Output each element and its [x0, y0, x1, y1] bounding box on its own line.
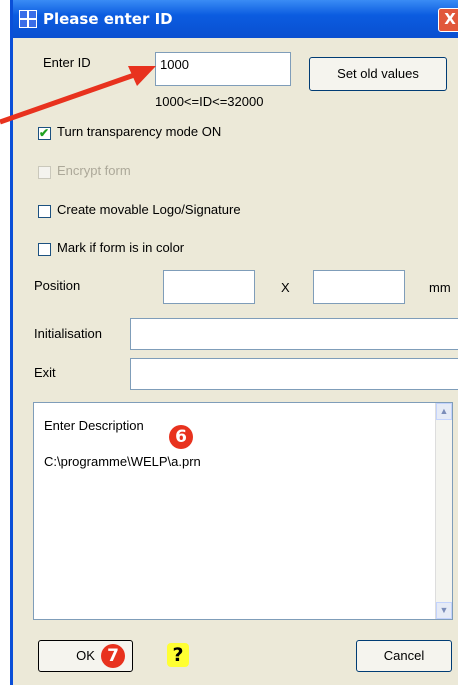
position-separator: X	[281, 280, 290, 295]
color-form-checkbox[interactable]	[38, 243, 51, 256]
annotation-badge-6: 6	[169, 425, 193, 449]
scroll-down-icon[interactable]: ▼	[436, 602, 452, 619]
arrow-annotation	[0, 66, 156, 125]
position-label: Position	[34, 278, 81, 293]
encrypt-form-checkbox	[38, 166, 51, 179]
cancel-button[interactable]: Cancel	[356, 640, 452, 672]
help-icon[interactable]: ?	[167, 643, 189, 667]
movable-logo-checkbox[interactable]	[38, 205, 51, 218]
annotation-badge-7: 7	[101, 644, 125, 668]
description-scrollbar[interactable]: ▲ ▼	[435, 403, 452, 619]
movable-logo-label: Create movable Logo/Signature	[57, 202, 241, 217]
initialisation-label: Initialisation	[34, 326, 102, 341]
exit-input[interactable]	[130, 358, 458, 390]
position-unit: mm	[429, 280, 451, 295]
position-x-input[interactable]	[163, 270, 255, 304]
encrypt-form-label: Encrypt form	[57, 163, 131, 178]
color-form-label: Mark if form is in color	[57, 240, 185, 255]
initialisation-input[interactable]	[130, 318, 458, 350]
position-y-input[interactable]	[313, 270, 405, 304]
exit-label: Exit	[34, 365, 56, 380]
description-textarea[interactable]: Enter Description C:\programme\WELP\a.pr…	[33, 402, 453, 620]
scroll-up-icon[interactable]: ▲	[436, 403, 452, 420]
